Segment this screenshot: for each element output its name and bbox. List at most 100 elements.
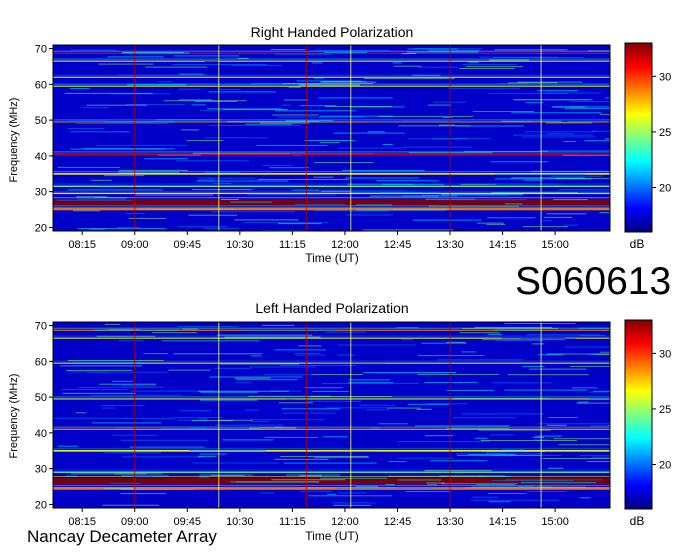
noise-streak: [580, 334, 606, 336]
noise-streak: [441, 194, 524, 195]
noise-streak: [562, 154, 610, 156]
noise-streak: [470, 499, 559, 501]
noise-streak: [425, 435, 454, 437]
noise-streak: [160, 83, 221, 85]
noise-streak: [135, 194, 213, 196]
noise-streak: [380, 192, 423, 194]
noise-streak: [385, 484, 395, 486]
noise-streak: [421, 342, 467, 344]
noise-streak: [417, 373, 500, 375]
noise-streak: [168, 369, 211, 371]
noise-streak: [323, 438, 395, 440]
noise-streak: [160, 427, 259, 429]
noise-streak: [138, 208, 236, 210]
x-tick-label: 12:45: [384, 239, 412, 251]
x-tick-label: 12:00: [331, 516, 359, 528]
noise-streak: [104, 323, 121, 325]
noise-streak: [589, 398, 610, 399]
noise-streak: [433, 138, 491, 139]
noise-streak: [466, 66, 524, 68]
noise-streak: [102, 504, 160, 506]
noise-streak: [520, 482, 597, 484]
y-tick-label: 20: [35, 222, 47, 234]
colorbar-tick-label: 20: [659, 460, 671, 472]
noise-streak: [322, 436, 348, 438]
noise-streak: [376, 180, 439, 182]
noise-streak: [274, 349, 326, 351]
x-tick-label: 14:15: [489, 516, 517, 528]
noise-streak: [70, 49, 117, 51]
noise-streak: [313, 176, 334, 178]
noise-streak: [227, 121, 320, 123]
y-tick-label: 70: [35, 321, 47, 333]
colorbar-tick-label: 30: [659, 348, 671, 360]
noise-streak: [551, 175, 602, 177]
noise-streak: [250, 419, 325, 421]
noise-streak: [579, 192, 610, 194]
noise-streak: [186, 412, 274, 414]
colorbar-tick-label: 25: [659, 127, 671, 139]
noise-streak: [563, 141, 577, 142]
noise-streak: [199, 109, 222, 111]
colorbar-tick-label: 25: [659, 404, 671, 416]
noise-streak: [490, 434, 515, 436]
noise-streak: [242, 330, 336, 332]
noise-streak: [220, 363, 300, 365]
noise-streak: [245, 193, 317, 195]
noise-streak: [486, 223, 506, 225]
noise-streak: [112, 434, 158, 436]
noise-streak: [282, 412, 337, 414]
noise-streak: [474, 437, 488, 439]
noise-streak: [120, 493, 167, 495]
noise-streak: [262, 164, 293, 166]
noise-streak: [563, 224, 579, 226]
noise-streak: [173, 55, 240, 57]
noise-streak: [258, 179, 349, 180]
emission-band: [53, 207, 610, 211]
noise-streak: [311, 374, 363, 375]
noise-streak: [576, 402, 610, 404]
noise-streak: [318, 451, 376, 453]
noise-streak: [274, 458, 329, 460]
noise-streak: [547, 467, 564, 469]
noise-streak: [299, 105, 337, 107]
x-tick-label: 13:30: [436, 239, 464, 251]
noise-streak: [120, 131, 130, 133]
noise-streak: [321, 382, 419, 384]
noise-streak: [271, 49, 306, 51]
noise-streak: [121, 385, 156, 387]
noise-streak: [325, 331, 366, 333]
noise-streak: [446, 389, 494, 391]
noise-streak: [286, 474, 340, 476]
noise-streak: [564, 107, 610, 109]
x-axis-ticks: 08:15 09:00 09:45 10:30 11:15 12:00 12:45 13:30…: [68, 508, 569, 528]
noise-streak: [355, 204, 392, 206]
noise-streak: [494, 329, 540, 331]
noise-streak: [359, 404, 396, 406]
noise-streak: [486, 452, 507, 454]
noise-streak: [555, 178, 610, 180]
noise-streak: [379, 423, 408, 425]
noise-streak: [538, 354, 563, 356]
noise-streak: [62, 392, 136, 394]
noise-streak: [299, 475, 323, 477]
noise-streak: [452, 417, 516, 419]
y-tick-label: 70: [35, 44, 47, 56]
noise-streak: [298, 345, 322, 347]
noise-streak: [513, 134, 594, 136]
noise-streak: [244, 221, 328, 223]
noise-streak: [118, 340, 144, 342]
noise-streak: [327, 493, 337, 495]
noise-streak: [522, 226, 568, 228]
colorbar-tick-label: 30: [659, 71, 671, 83]
noise-streak: [217, 89, 241, 90]
noise-streak: [474, 326, 553, 328]
noise-streak: [408, 152, 493, 154]
noise-streak: [319, 115, 393, 117]
noise-streak: [355, 485, 379, 487]
noise-streak: [78, 386, 164, 388]
noise-streak: [192, 152, 291, 154]
noise-streak: [234, 377, 271, 379]
emission-band-halo: [53, 197, 610, 199]
noise-streak: [94, 329, 180, 331]
